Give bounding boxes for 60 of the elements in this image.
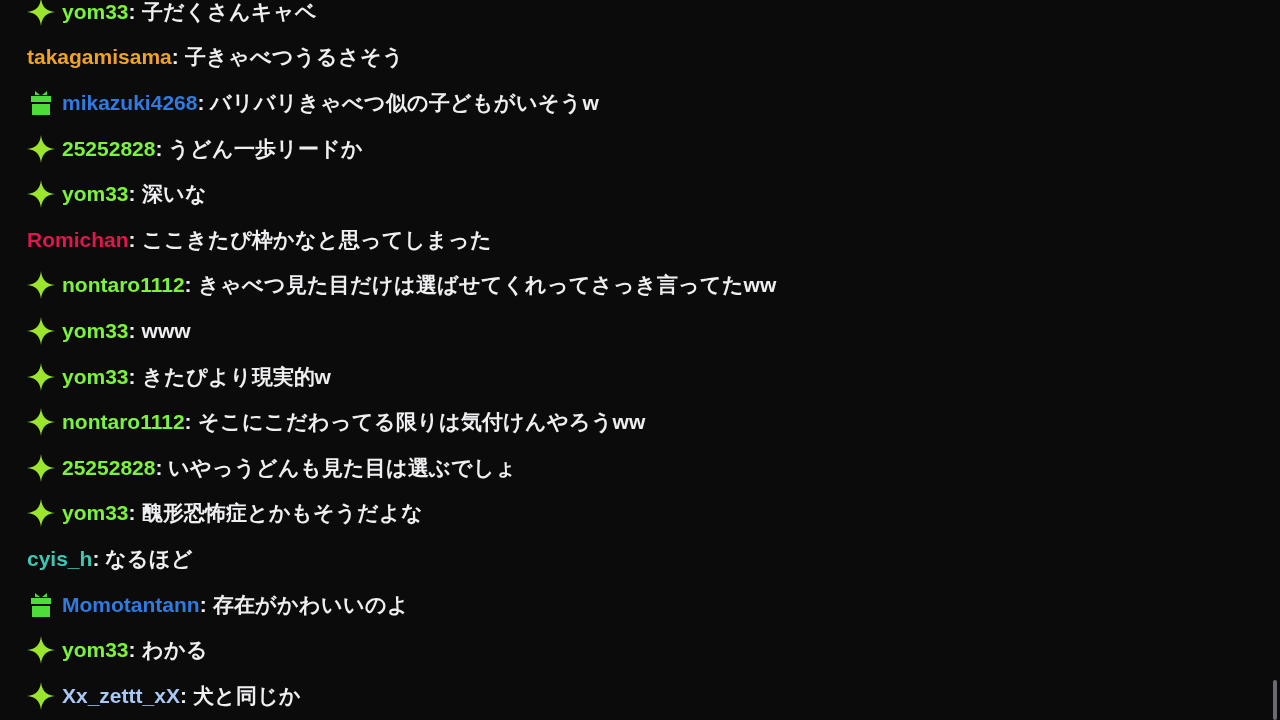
username[interactable]: yom33 [62,501,129,526]
colon: : [197,91,205,115]
sparkle-icon [27,636,55,665]
colon: : [171,45,179,70]
username[interactable]: 25252828 [62,455,156,480]
username[interactable]: yom33 [62,638,129,663]
chat-message: バリバリきゃべつ似の子どもがいそうw [210,91,599,115]
sparkle-icon [27,271,55,300]
sparkle-icon [27,180,55,209]
chat-message: きたぴより現実的w [141,364,331,389]
chat-message: 存在がかわいいのよ [212,592,409,617]
username[interactable]: cyis_h [27,546,93,571]
sparkle-icon [27,408,55,437]
username[interactable]: Momotantann [62,592,200,617]
colon: : [92,546,100,571]
chat-message: そこにこだわってる限りは気付けんやろうww [197,410,646,435]
chat-message: うどん一歩リードか [168,136,364,161]
chat-message: www [141,318,191,343]
colon: : [128,364,136,389]
username[interactable]: Xx_zettt_xX [62,683,180,708]
chat-message: 深いな [141,182,207,207]
username[interactable]: yom33 [62,0,129,24]
username[interactable]: yom33 [62,364,129,389]
colon: : [128,501,136,526]
colon: : [128,318,136,343]
colon: : [199,592,207,617]
chat-message: いやっうどんも見た目は選ぶでしょ [168,455,518,480]
colon: : [128,638,136,663]
chat-message: きゃべつ見た目だけは選ばせてくれってさっき言ってたww [197,273,777,298]
colon: : [128,182,136,207]
chat-message: 醜形恐怖症とかもそうだよな [141,501,423,526]
colon: : [184,410,192,435]
chat-message: なるほど [105,546,194,571]
chat-message: 子だくさんキャベ [141,0,317,24]
colon: : [184,273,192,298]
sparkle-icon [27,362,55,391]
username[interactable]: yom33 [62,182,129,207]
username[interactable]: yom33 [62,318,129,343]
colon: : [155,136,163,161]
chat-message: 子きゃべつうるさそう [184,45,404,70]
chat-message: 犬と同じか [192,683,301,708]
sparkle-icon [27,681,55,710]
username[interactable]: Romichan [27,227,129,252]
chat-message: わかる [141,638,208,663]
sparkle-icon [27,499,55,528]
colon: : [128,227,136,252]
colon: : [179,683,187,708]
username[interactable]: 25252828 [62,136,156,161]
username[interactable]: takagamisama [27,45,172,70]
colon: : [155,455,163,480]
username[interactable]: mikazuki4268 [62,91,198,115]
sparkle-icon [27,0,55,26]
username[interactable]: nontaro1112 [62,273,185,298]
sparkle-icon [27,134,55,163]
username[interactable]: nontaro1112 [62,410,185,435]
scrollbar-thumb[interactable] [1273,680,1277,720]
sparkle-icon [27,316,55,345]
colon: : [128,0,136,24]
sparkle-icon [27,453,55,482]
chat-message: ここきたぴ枠かなと思ってしまった [141,227,492,252]
